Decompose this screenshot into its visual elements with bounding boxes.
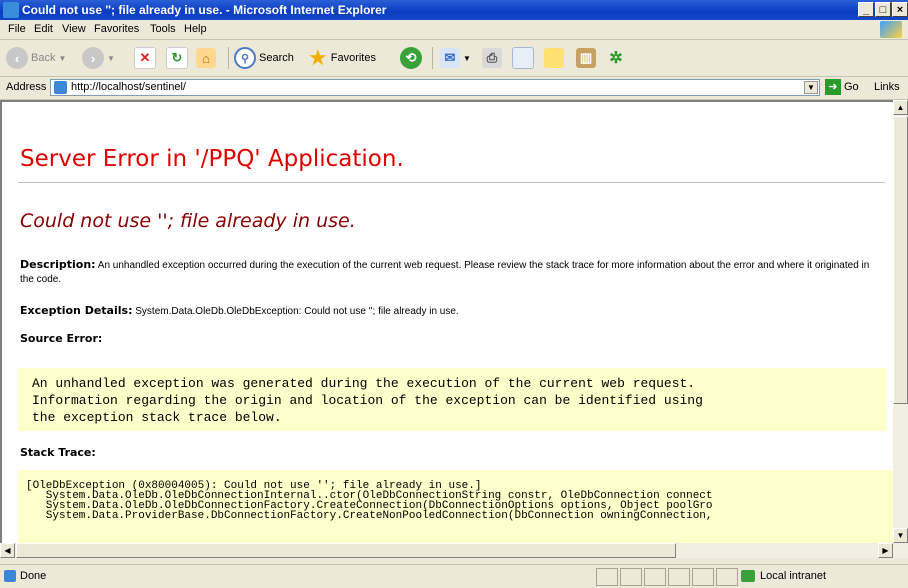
zone-text: Local intranet	[760, 570, 827, 582]
menu-tools[interactable]: Tools	[150, 23, 176, 35]
menu-bar: File Edit View Favorites Tools Help	[0, 20, 908, 40]
title-bar: Could not use ''; file already in use. -…	[0, 0, 908, 20]
star-icon: ★	[308, 45, 328, 70]
messenger-icon: ✲	[609, 50, 623, 67]
messenger-button[interactable]: ✲	[606, 45, 626, 71]
stack-trace-text: [OleDbException (0x80004005): Could not …	[26, 480, 713, 522]
windows-logo-icon	[880, 21, 902, 38]
mail-button[interactable]: ✉ ▼	[440, 45, 471, 71]
page-title: Server Error in '/PPQ' Application.	[20, 146, 404, 172]
source-error-text: An unhandled exception was generated dur…	[32, 376, 703, 425]
stack-trace-label: Stack Trace:	[20, 446, 880, 461]
favorites-button[interactable]: ★ Favorites	[308, 45, 376, 71]
search-icon: ⚲	[234, 47, 256, 69]
error-title: Could not use ''; file already in use.	[20, 210, 356, 232]
address-url: http://localhost/sentinel/	[71, 81, 186, 93]
status-panel	[716, 568, 738, 586]
status-panel	[596, 568, 618, 586]
status-panel	[668, 568, 690, 586]
exception-text: System.Data.OleDb.OleDbException: Could …	[135, 306, 459, 317]
back-button[interactable]: ‹ Back ▼	[6, 45, 66, 71]
exception-details: Exception Details: System.Data.OleDb.Ole…	[20, 304, 880, 319]
refresh-button[interactable]: ↻	[166, 45, 188, 71]
status-bar: Done Local intranet	[0, 564, 908, 588]
minimize-button[interactable]: _	[858, 2, 874, 17]
go-arrow-icon: ➜	[825, 79, 841, 95]
home-icon: ⌂	[196, 48, 216, 68]
research-icon: ▥	[576, 48, 596, 68]
status-panel	[620, 568, 642, 586]
scroll-up-button[interactable]: ▲	[893, 100, 908, 115]
status-text: Done	[20, 570, 47, 582]
source-error-label: Source Error:	[20, 332, 880, 347]
scroll-left-button[interactable]: ◀	[0, 543, 15, 558]
stack-trace-box: [OleDbException (0x80004005): Could not …	[18, 470, 893, 543]
description: Description: An unhandled exception occu…	[20, 258, 880, 287]
history-button[interactable]: ⟲	[400, 45, 422, 71]
favorites-label: Favorites	[330, 52, 376, 64]
menu-view[interactable]: View	[62, 23, 86, 35]
refresh-icon: ↻	[166, 47, 188, 69]
ie-icon	[3, 2, 19, 18]
back-label: Back	[31, 52, 56, 64]
close-button[interactable]: ×	[892, 2, 908, 17]
intranet-icon	[741, 570, 755, 582]
scroll-down-button[interactable]: ▼	[893, 528, 908, 543]
research-button[interactable]: ▥	[576, 45, 596, 71]
exception-label: Exception Details:	[20, 304, 133, 317]
menu-edit[interactable]: Edit	[34, 23, 53, 35]
chevron-down-icon: ▼	[58, 53, 67, 63]
scroll-right-button[interactable]: ▶	[878, 543, 893, 558]
address-dropdown-button[interactable]: ▼	[804, 81, 818, 94]
search-label: Search	[259, 52, 294, 64]
toolbar-separator	[228, 47, 229, 69]
go-label: Go	[844, 81, 859, 93]
forward-button[interactable]: › ▼	[82, 45, 115, 71]
stop-button[interactable]: ✕	[134, 45, 156, 71]
print-icon: ⎙	[482, 48, 502, 68]
links-button[interactable]: Links	[874, 81, 900, 93]
stop-icon: ✕	[134, 47, 156, 69]
forward-arrow-icon: ›	[82, 47, 104, 69]
discuss-button[interactable]	[544, 45, 564, 71]
menu-help[interactable]: Help	[184, 23, 207, 35]
back-arrow-icon: ‹	[6, 47, 28, 69]
status-panel	[644, 568, 666, 586]
chevron-down-icon: ▼	[463, 53, 471, 63]
note-icon	[544, 48, 564, 68]
menu-favorites[interactable]: Favorites	[94, 23, 139, 35]
go-button[interactable]: ➜ Go	[825, 79, 859, 95]
history-icon: ⟲	[400, 47, 422, 69]
toolbar-separator	[432, 47, 433, 69]
mail-icon: ✉	[440, 48, 460, 68]
page-content: Server Error in '/PPQ' Application. Coul…	[0, 100, 893, 543]
divider	[18, 182, 885, 183]
address-bar: Address http://localhost/sentinel/ ▼ ➜ G…	[0, 77, 908, 100]
address-input[interactable]: http://localhost/sentinel/ ▼	[50, 79, 820, 96]
stack-trace-heading: Stack Trace:	[20, 446, 96, 459]
window-title: Could not use ''; file already in use. -…	[22, 3, 387, 17]
horizontal-scrollbar[interactable]: ◀ ▶	[0, 543, 893, 558]
toolbar: ‹ Back ▼ › ▼ ✕ ↻ ⌂ ⚲ Search ★ Favorites …	[0, 40, 908, 77]
source-error-heading: Source Error:	[20, 332, 103, 345]
menu-file[interactable]: File	[8, 23, 26, 35]
page-icon	[54, 81, 67, 94]
scroll-thumb[interactable]	[16, 543, 676, 558]
address-label: Address	[6, 81, 47, 93]
maximize-button[interactable]: □	[875, 2, 891, 17]
scroll-thumb[interactable]	[893, 116, 908, 404]
search-button[interactable]: ⚲ Search	[234, 45, 294, 71]
print-button[interactable]: ⎙	[482, 45, 502, 71]
description-text: An unhandled exception occurred during t…	[20, 260, 870, 285]
edit-button[interactable]	[512, 45, 534, 71]
status-panel	[692, 568, 714, 586]
home-button[interactable]: ⌂	[196, 45, 216, 71]
edit-icon	[512, 47, 534, 69]
vertical-scrollbar[interactable]: ▲ ▼	[893, 100, 908, 558]
page-icon	[4, 570, 16, 582]
description-label: Description:	[20, 258, 96, 271]
chevron-down-icon: ▼	[107, 53, 115, 63]
source-error-box: An unhandled exception was generated dur…	[18, 368, 886, 431]
